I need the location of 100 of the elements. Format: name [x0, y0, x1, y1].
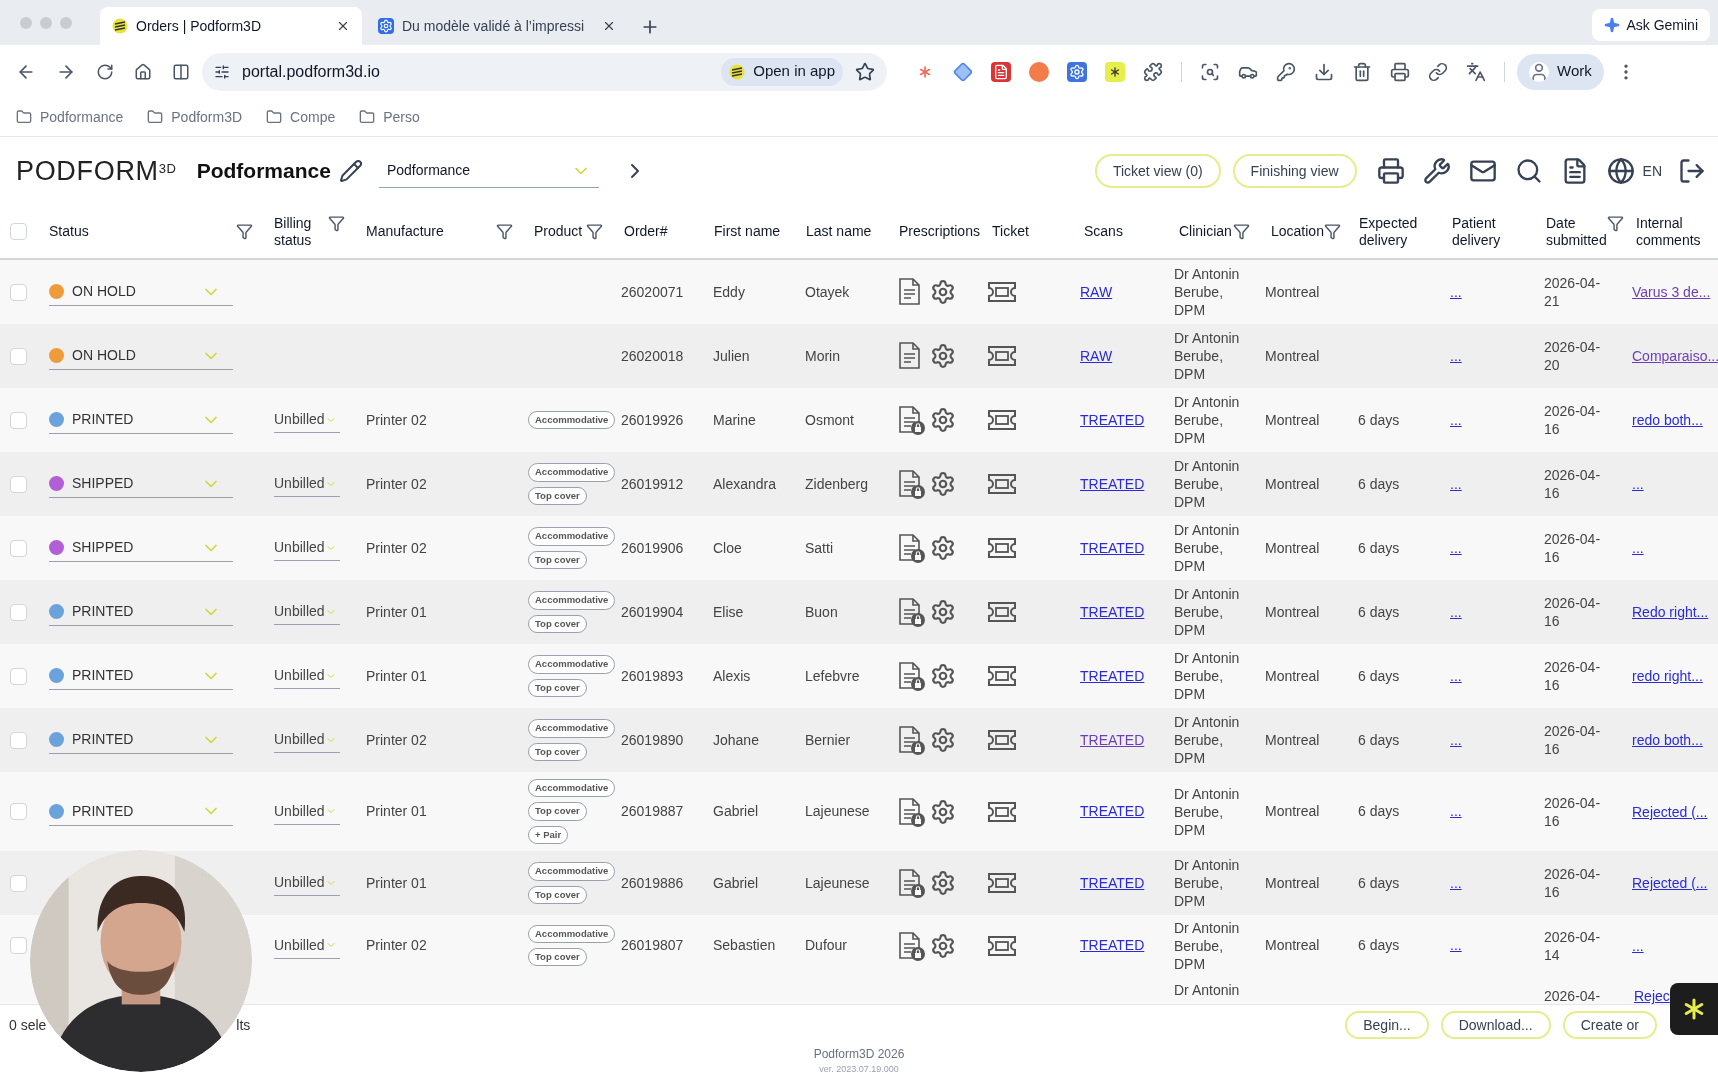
translate-icon[interactable] [1466, 61, 1486, 82]
workspace-select[interactable]: Podformance [378, 154, 599, 188]
comment-link[interactable]: Rejec [1634, 988, 1670, 1004]
status-select[interactable]: PRINTED [49, 406, 233, 434]
checkbox[interactable] [10, 283, 27, 301]
status-select[interactable]: PRINTED [49, 726, 233, 754]
gear-icon[interactable] [930, 471, 956, 497]
locked-document-icon[interactable] [896, 930, 926, 961]
checkbox[interactable] [10, 874, 27, 892]
gear-icon[interactable] [930, 798, 956, 825]
gear-icon[interactable] [930, 279, 956, 305]
checkbox[interactable] [10, 475, 27, 493]
comment-link[interactable]: ... [1632, 539, 1717, 557]
filter-icon[interactable] [1606, 214, 1624, 232]
scans-link[interactable]: TREATED [1080, 603, 1145, 620]
status-select[interactable]: PRINTED [49, 662, 233, 690]
billing-select[interactable]: Unbilled [274, 727, 340, 753]
status-select[interactable]: SHIPPED [49, 470, 233, 498]
status-select[interactable]: ON HOLD [49, 342, 233, 370]
edit-icon[interactable] [338, 159, 363, 183]
patient-delivery-link[interactable]: ... [1450, 603, 1462, 620]
filter-icon[interactable] [1233, 223, 1250, 240]
patient-delivery-link[interactable]: ... [1450, 937, 1462, 953]
scans-link[interactable]: TREATED [1080, 937, 1145, 953]
status-select[interactable]: SHIPPED [49, 534, 233, 562]
bookmark-folder[interactable]: Podform3D [147, 106, 243, 128]
patient-delivery-link[interactable]: ... [1450, 803, 1462, 819]
status-select[interactable]: ON HOLD [49, 278, 233, 306]
home-icon[interactable] [134, 62, 152, 81]
filter-icon[interactable] [328, 214, 345, 232]
patient-delivery-link[interactable]: ... [1450, 411, 1462, 428]
diamond-icon[interactable] [953, 61, 973, 82]
patient-delivery-link[interactable]: ... [1450, 283, 1462, 300]
locked-document-icon[interactable] [896, 533, 926, 563]
download-icon[interactable] [1314, 61, 1334, 82]
wrench-icon[interactable] [1422, 157, 1451, 185]
bookmark-folder[interactable]: Perso [359, 106, 420, 128]
gear-icon[interactable] [930, 343, 956, 369]
footer-button[interactable]: Download... [1440, 1011, 1551, 1039]
scans-link[interactable]: TREATED [1080, 731, 1145, 748]
footer-button[interactable]: Begin... [1345, 1011, 1429, 1039]
gear-icon[interactable] [930, 599, 956, 625]
ticket-icon[interactable] [987, 665, 1017, 687]
billing-select[interactable]: Unbilled [274, 471, 340, 497]
patient-delivery-link[interactable]: ... [1450, 539, 1462, 556]
gear-icon[interactable] [930, 727, 956, 753]
bookmark-folder[interactable]: Compe [266, 106, 336, 128]
filter-icon[interactable] [236, 223, 253, 240]
status-select[interactable]: PRINTED [49, 797, 233, 826]
locked-document-icon[interactable] [896, 405, 926, 435]
checkbox[interactable] [10, 667, 27, 685]
assistant-button[interactable] [1670, 983, 1718, 1035]
comment-link[interactable]: Rejected (... [1632, 874, 1717, 892]
locked-document-icon[interactable] [896, 796, 926, 827]
bookmark-star-icon[interactable] [855, 61, 875, 82]
scans-link[interactable]: TREATED [1080, 475, 1145, 492]
screen-search-icon[interactable] [1200, 61, 1220, 82]
ticket-icon[interactable] [987, 537, 1017, 559]
billing-select[interactable]: Unbilled [274, 535, 340, 561]
billing-select[interactable]: Unbilled [274, 663, 340, 689]
link-icon[interactable] [1428, 61, 1448, 82]
globe-icon[interactable] [1606, 157, 1635, 185]
browser-tab[interactable]: Du modèle validé à l’impressi [366, 7, 628, 45]
locked-document-icon[interactable] [896, 868, 926, 898]
view-button[interactable]: Ticket view (0) [1094, 154, 1221, 188]
patient-delivery-link[interactable]: ... [1450, 874, 1462, 891]
split-view-icon[interactable] [172, 62, 190, 81]
billing-select[interactable]: Unbilled [274, 798, 340, 825]
checkbox[interactable] [10, 411, 27, 429]
patient-delivery-link[interactable]: ... [1450, 667, 1462, 684]
puzzle-icon[interactable] [1143, 61, 1163, 82]
comment-link[interactable]: Comparaiso... [1632, 347, 1717, 365]
ticket-icon[interactable] [987, 729, 1017, 751]
scans-link[interactable]: RAW [1080, 283, 1113, 300]
gear-icon[interactable] [930, 870, 956, 896]
open-in-app-button[interactable]: Open in app [721, 57, 843, 86]
site-settings-icon[interactable] [214, 63, 230, 80]
ticket-icon[interactable] [987, 473, 1017, 495]
close-icon[interactable] [602, 19, 616, 33]
checkbox[interactable] [10, 223, 27, 240]
scans-link[interactable]: TREATED [1080, 539, 1145, 556]
scans-link[interactable]: RAW [1080, 347, 1113, 364]
billing-select[interactable]: Unbilled [274, 407, 340, 433]
close-icon[interactable] [336, 19, 350, 33]
ticket-icon[interactable] [987, 345, 1017, 367]
scans-link[interactable]: TREATED [1080, 411, 1145, 428]
gear-icon[interactable] [930, 663, 956, 689]
ticket-icon[interactable] [987, 601, 1017, 623]
comment-link[interactable]: Rejected (... [1632, 802, 1717, 821]
ask-gemini-button[interactable]: Ask Gemini [1592, 9, 1710, 41]
checkbox[interactable] [10, 803, 27, 820]
key-icon[interactable] [1276, 61, 1296, 82]
ticket-icon[interactable] [987, 409, 1017, 431]
scans-link[interactable]: TREATED [1080, 667, 1145, 684]
footer-button[interactable]: Create or [1562, 1011, 1657, 1039]
filter-icon[interactable] [586, 223, 603, 240]
gear-icon[interactable] [930, 407, 956, 433]
ticket-icon[interactable] [987, 934, 1017, 957]
bookmark-folder[interactable]: Podformance [16, 106, 124, 128]
locked-document-icon[interactable] [896, 725, 926, 755]
